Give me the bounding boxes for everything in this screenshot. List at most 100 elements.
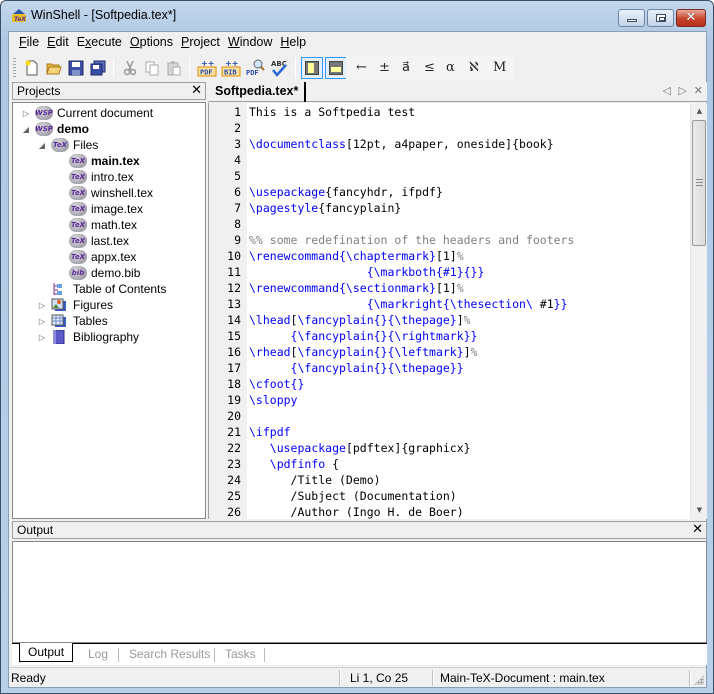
maximize-button[interactable]: [647, 9, 674, 27]
tree-item-label: last.tex: [91, 234, 130, 248]
spell-check-button[interactable]: ABC: [268, 57, 290, 79]
plus-minus-symbol-button[interactable]: ±: [379, 60, 390, 75]
tab-tasks[interactable]: Tasks: [225, 645, 256, 664]
tree-item[interactable]: TeX appx.tex: [55, 249, 136, 265]
menu-window[interactable]: Window: [224, 32, 276, 52]
tree-item[interactable]: TeX math.tex: [55, 217, 137, 233]
line-text: \rhead[\fancyplain{}{\leftmark}]%: [249, 344, 478, 360]
line-number: 8: [234, 217, 241, 231]
plain-text: [249, 361, 291, 375]
code-editor[interactable]: 1 This is a Softpedia test 2 3 \documentclas…: [208, 103, 707, 519]
editor-panel: Softpedia.tex* ◁ ▷ ✕ 1 This is a Softpedi…: [208, 82, 707, 519]
menu-file[interactable]: File: [15, 32, 43, 52]
collapse-icon[interactable]: ◢: [37, 141, 47, 150]
output-content[interactable]: [12, 541, 707, 643]
less-equal-symbol-button[interactable]: ≤: [424, 60, 435, 75]
toolbar-grip[interactable]: [13, 58, 16, 78]
latex-command: {\markboth{#1}{}}: [366, 265, 485, 279]
tab-softpedia-tex[interactable]: Softpedia.tex*: [208, 82, 307, 102]
menu-help[interactable]: Help: [276, 32, 310, 52]
expand-icon[interactable]: ▷: [37, 333, 47, 342]
tab-prev-icon[interactable]: ◁: [663, 84, 671, 97]
plain-text: /Title (Demo): [249, 473, 381, 487]
toolbar: ++ PDF ++ BIB PDF ABC ← ± a⃗ ≤ α ℵ M: [9, 54, 706, 82]
bibtex-button[interactable]: ++ BIB: [220, 57, 242, 79]
close-icon[interactable]: ✕: [692, 522, 703, 537]
tex-icon: TeX: [69, 218, 87, 232]
code-line: 26 /Author (Ingo H. de Boer): [209, 504, 689, 520]
menu-edit[interactable]: Edit: [43, 32, 73, 52]
plain-text: [249, 297, 367, 311]
expand-icon[interactable]: ▷: [37, 317, 47, 326]
tree-item[interactable]: TeX intro.tex: [55, 169, 134, 185]
tab-output[interactable]: Output: [19, 643, 74, 662]
scissors-icon: [123, 60, 137, 76]
line-number: 14: [227, 313, 241, 327]
tree-item[interactable]: TeX image.tex: [55, 201, 143, 217]
code-line: 25 /Subject (Documentation): [209, 488, 689, 504]
tab-log[interactable]: Log: [88, 645, 108, 664]
tree-item[interactable]: ▷ Figures: [37, 297, 113, 313]
collapse-icon[interactable]: ◢: [21, 125, 31, 134]
menu-options[interactable]: Options: [126, 32, 177, 52]
toggle-output-panel-button[interactable]: [325, 57, 347, 79]
tree-item[interactable]: ▷ Tables: [37, 313, 108, 329]
close-icon[interactable]: ✕: [191, 83, 202, 98]
output-panel: Output ✕ Output Log Search Results Tasks: [12, 521, 707, 667]
latex-command: \renewcommand{\sectionmark}: [249, 281, 436, 295]
vector-symbol-button[interactable]: a⃗: [402, 60, 410, 75]
close-icon: ✕: [685, 10, 697, 25]
tree-item[interactable]: ◢ TeX Files: [37, 137, 98, 153]
close-tab-icon[interactable]: ✕: [694, 84, 703, 97]
left-arrow-symbol-button[interactable]: ←: [356, 60, 367, 75]
math-m-symbol-button[interactable]: M: [493, 60, 506, 75]
close-button[interactable]: ✕: [676, 9, 706, 27]
alpha-symbol-button[interactable]: α: [446, 60, 455, 75]
resize-grip-icon[interactable]: [694, 675, 704, 685]
plain-text: /Author (Ingo H. de Boer): [249, 505, 464, 519]
menu-execute[interactable]: Execute: [73, 32, 126, 52]
scroll-down-icon[interactable]: ▼: [691, 502, 708, 519]
menu-project[interactable]: Project: [177, 32, 224, 52]
copy-button[interactable]: [141, 57, 163, 79]
tree-item[interactable]: TeX last.tex: [55, 233, 129, 249]
plain-text: ]: [463, 345, 471, 359]
tree-item[interactable]: ▷ WSP Current document: [21, 105, 153, 121]
plain-text: {fancyhdr, ifpdf}: [325, 185, 443, 199]
scroll-up-icon[interactable]: ▲: [691, 103, 708, 120]
expand-icon[interactable]: ▷: [37, 301, 47, 310]
tree-item[interactable]: bib demo.bib: [55, 265, 140, 281]
save-button[interactable]: [65, 57, 87, 79]
tree-item[interactable]: ▷ Bibliography: [37, 329, 139, 345]
line-number: 13: [227, 297, 241, 311]
tree-item[interactable]: TeX winshell.tex: [55, 185, 153, 201]
open-button[interactable]: [43, 57, 65, 79]
tree-item[interactable]: TeX main.tex: [55, 153, 140, 169]
tab-search-results[interactable]: Search Results: [129, 645, 210, 664]
save-all-button[interactable]: [87, 57, 109, 79]
tree-item[interactable]: Table of Contents: [37, 281, 166, 297]
toggle-project-panel-button[interactable]: [301, 57, 323, 79]
title-bar[interactable]: TeX WinShell - [Softpedia.tex*] ✕: [1, 1, 713, 31]
code-line: 20: [209, 408, 689, 424]
latex-comment: %% some redefination of the headers and …: [249, 233, 575, 247]
pdflatex-button[interactable]: ++ PDF: [196, 57, 218, 79]
expand-icon[interactable]: ▷: [21, 109, 31, 118]
minimize-button[interactable]: [618, 9, 645, 27]
scrollbar-thumb[interactable]: [692, 120, 706, 246]
code-line: 11 {\markboth{#1}{}}: [209, 264, 689, 280]
new-file-button[interactable]: [21, 57, 43, 79]
tab-next-icon[interactable]: ▷: [679, 84, 687, 97]
plain-text: [pdftex]{graphicx}: [345, 441, 471, 455]
line-text: /Title (Demo): [249, 472, 381, 488]
latex-comment: %: [463, 313, 471, 327]
tree-item[interactable]: ◢ WSP demo: [21, 121, 89, 137]
aleph-symbol-button[interactable]: ℵ: [469, 60, 479, 75]
code-line: 15 {\fancyplain{}{\rightmark}}: [209, 328, 689, 344]
line-number: 17: [227, 361, 241, 375]
pdf-preview-button[interactable]: PDF: [244, 57, 266, 79]
paste-button[interactable]: [163, 57, 185, 79]
vertical-scrollbar[interactable]: ▲ ▼: [690, 103, 707, 519]
output-panel-header: Output ✕: [12, 521, 707, 539]
cut-button[interactable]: [119, 57, 141, 79]
